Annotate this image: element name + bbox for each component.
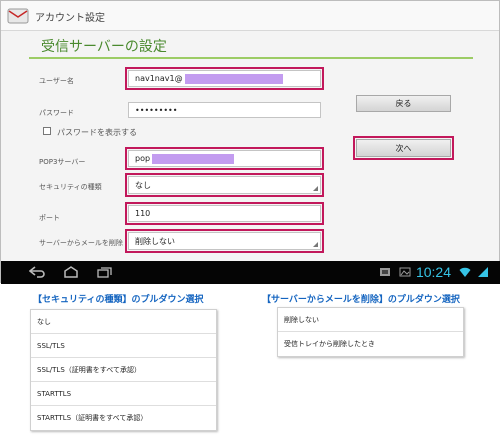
recent-apps-icon[interactable] (97, 266, 113, 278)
delete-from-server-options: 削除しない 受信トレイから削除したとき (277, 307, 464, 357)
security-type-value: なし (135, 180, 151, 190)
username-label: ユーザー名 (39, 77, 74, 85)
show-password-label: パスワードを表示する (57, 128, 137, 137)
screenshot-notification-icon (380, 268, 390, 276)
delete-option[interactable]: 削除しない (278, 308, 463, 332)
security-dropdown-heading: 【セキュリティの種類】のプルダウン選択 (33, 295, 204, 305)
page-title: 受信サーバーの設定 (41, 39, 167, 55)
action-bar: アカウント設定 (1, 1, 499, 31)
gallery-notification-icon (399, 267, 411, 277)
delete-from-server-label: サーバーからメールを削除 (39, 239, 123, 247)
password-value: ••••••••• (135, 105, 178, 115)
delete-from-server-value: 削除しない (135, 236, 175, 246)
security-option[interactable]: なし (31, 310, 216, 334)
back-nav-icon[interactable] (29, 266, 45, 278)
next-button[interactable]: 次へ (353, 136, 454, 160)
security-option[interactable]: SSL/TLS（証明書をすべて承認） (31, 358, 216, 382)
security-option[interactable]: STARTTLS (31, 382, 216, 406)
status-clock: 10:24 (415, 264, 451, 280)
dropdown-corner-icon (313, 186, 318, 191)
redaction-mask (184, 73, 283, 84)
security-type-label: セキュリティの種類 (39, 183, 102, 191)
title-divider (29, 57, 473, 59)
dropdown-corner-icon (313, 242, 318, 247)
password-label: パスワード (39, 109, 74, 117)
signal-icon (478, 267, 488, 277)
delete-from-server-select[interactable]: 削除しない (125, 229, 324, 253)
username-value: nav1nav1@ (135, 74, 183, 83)
port-value: 110 (135, 209, 151, 218)
pop3-server-value: pop (135, 154, 151, 163)
username-field[interactable]: nav1nav1@ (125, 67, 324, 90)
security-option[interactable]: SSL/TLS (31, 334, 216, 358)
home-nav-icon[interactable] (63, 266, 79, 278)
port-label: ポート (39, 214, 60, 222)
pop3-server-field[interactable]: pop (125, 147, 324, 170)
email-app-icon[interactable] (7, 6, 29, 26)
security-option[interactable]: STARTTLS（証明書をすべて承認） (31, 406, 216, 430)
app-title: アカウント設定 (35, 13, 105, 24)
show-password-checkbox[interactable] (43, 127, 51, 135)
security-type-select[interactable]: なし (125, 173, 324, 197)
tablet-screen: アカウント設定 受信サーバーの設定 ユーザー名 nav1nav1@ パスワード … (0, 0, 500, 284)
delete-dropdown-heading: 【サーバーからメールを削除】のプルダウン選択 (262, 295, 460, 305)
delete-option[interactable]: 受信トレイから削除したとき (278, 332, 463, 356)
port-field[interactable]: 110 (125, 202, 324, 225)
redaction-mask (152, 153, 235, 164)
pop3-server-label: POP3サーバー (39, 158, 86, 166)
system-nav-bar: 10:24 (1, 261, 500, 284)
back-button[interactable]: 戻る (356, 95, 451, 112)
wifi-icon (459, 267, 471, 277)
security-type-options: なし SSL/TLS SSL/TLS（証明書をすべて承認） STARTTLS S… (30, 309, 217, 431)
password-field[interactable]: ••••••••• (128, 102, 321, 118)
